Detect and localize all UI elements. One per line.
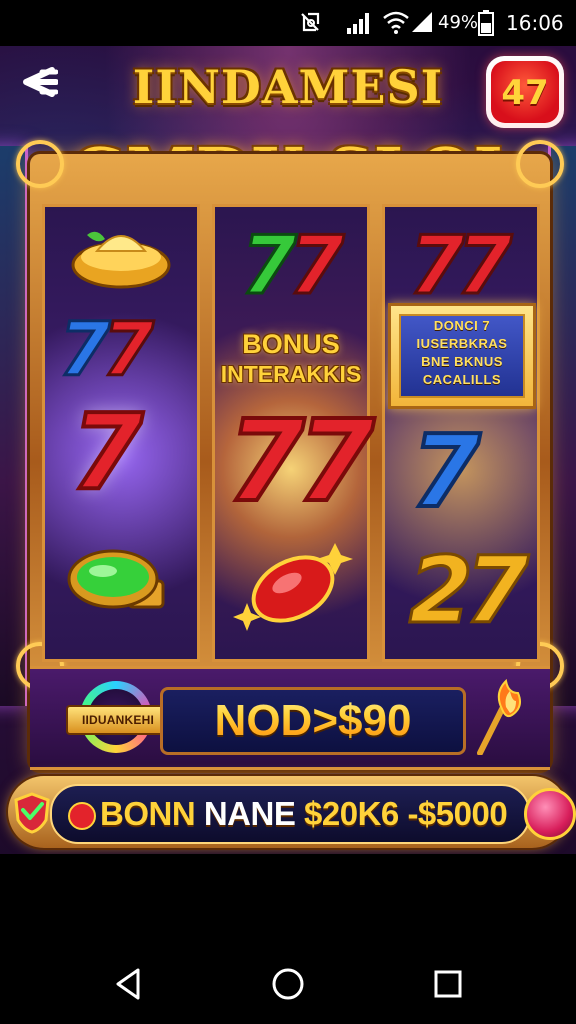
- interactive-label: INTERAKKIS: [220, 361, 362, 387]
- bonus-label: BONUS: [242, 329, 340, 359]
- screen: 49% 16:06 IINDAMESI GMDK SLOI 47: [0, 0, 576, 1024]
- logo-text: IIDUANKEHI: [81, 713, 154, 727]
- battery-percent: 49%: [438, 12, 479, 33]
- recents-icon[interactable]: [428, 964, 468, 1004]
- record-icon: [68, 802, 96, 830]
- blue-seven-icon: 7: [409, 411, 483, 532]
- bonus-info-card[interactable]: DONCI 7 IUSERBKRAS BNE BKNUS CACALILLS: [388, 303, 536, 409]
- back-icon[interactable]: [108, 964, 148, 1004]
- double-red-seven-icon: 77: [225, 395, 377, 529]
- do-not-disturb-icon: [301, 12, 320, 32]
- level-badge[interactable]: 47: [486, 56, 564, 128]
- red-jewel-icon: [233, 543, 353, 631]
- frame-ornament-icon: [516, 140, 564, 188]
- status-bar: 49% 16:06: [0, 0, 576, 46]
- info-card-screen: DONCI 7 IUSERBKRAS BNE BKNUS CACALILLS: [399, 314, 525, 398]
- info-line: IUSERBKRAS: [416, 336, 508, 351]
- name-word: NANE: [203, 795, 296, 832]
- battery-icon: [478, 10, 494, 36]
- info-line: CACALILLS: [422, 372, 502, 387]
- slot-machine-frame: 77 7 77 BONUS INTERAKKIS 77 77 DONCI 7 I…: [16, 140, 564, 770]
- signal-2-icon: [412, 12, 432, 32]
- green-red-seven-icon: 77: [239, 218, 345, 314]
- game-logo: IIDUANKEHI: [66, 681, 170, 755]
- wifi-icon: [383, 11, 409, 34]
- heart-shield-icon[interactable]: [12, 790, 52, 834]
- info-line: BNE BKNUS: [421, 354, 503, 369]
- clock: 16:06: [506, 11, 564, 35]
- reel-center: 77 BONUS INTERAKKIS 77: [212, 204, 377, 662]
- reel-right: 77 DONCI 7 IUSERBKRAS BNE BKNUS CACALILL…: [382, 204, 540, 662]
- torch-icon[interactable]: [472, 679, 524, 755]
- bonus-bar-display[interactable]: BONN NANE $20K6 -$5000: [50, 784, 530, 844]
- win-panel: IIDUANKEHI NOD>$90: [30, 666, 550, 770]
- badge-number: 47: [501, 73, 549, 113]
- red-seven-icon: 7: [69, 389, 145, 515]
- navigation-bar: [0, 944, 576, 1024]
- bonus-word: BONN: [100, 795, 196, 832]
- bonus-range: $20K6 -$5000: [304, 795, 508, 832]
- badge-inner: 47: [491, 61, 559, 123]
- reel-left: 77 7: [42, 204, 200, 662]
- blue-red-seven-icon: 77: [58, 306, 156, 395]
- frame-ornament-icon: [16, 140, 64, 188]
- logo-plate: IIDUANKEHI: [66, 705, 170, 735]
- signal-icon: [347, 13, 369, 34]
- info-line: DONCI 7: [433, 318, 491, 333]
- gold-seven-icon: 27: [407, 536, 530, 646]
- arcade-machine-left: [0, 146, 28, 706]
- golden-bowl-icon: [71, 231, 171, 289]
- bonus-bar: BONN NANE $20K6 -$5000: [8, 776, 576, 848]
- coin-icon[interactable]: [524, 788, 576, 840]
- win-amount: NOD>$90: [163, 690, 463, 752]
- home-icon[interactable]: [268, 964, 308, 1004]
- green-gem-icon: [67, 549, 165, 609]
- arcade-machine-right: [548, 146, 576, 706]
- win-display: NOD>$90: [160, 687, 466, 755]
- bonus-bar-label: BONN NANE $20K6 -$5000: [100, 786, 520, 842]
- game-screen: IINDAMESI GMDK SLOI 47 77 7: [0, 46, 576, 854]
- double-red-seven-icon: 77: [407, 218, 513, 314]
